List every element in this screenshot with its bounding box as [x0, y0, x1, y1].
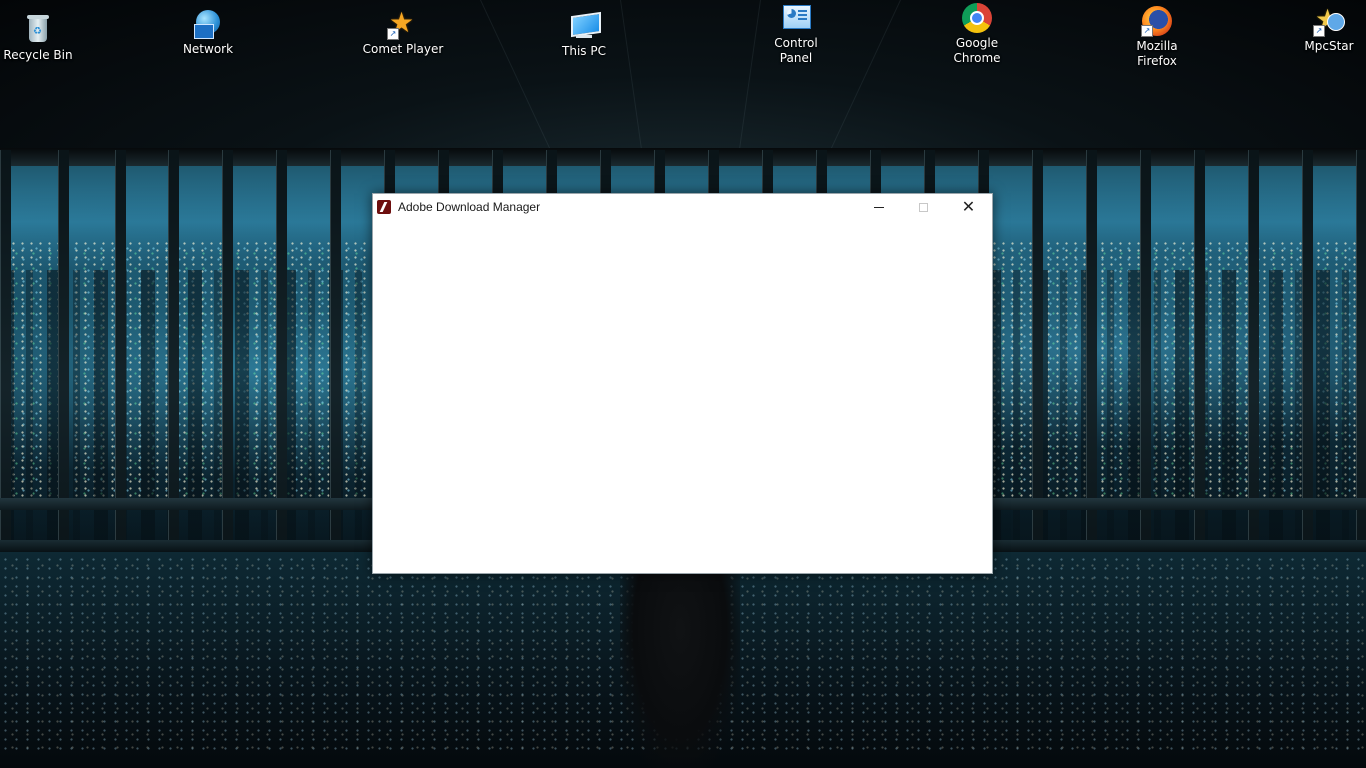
desktop-icon-this-pc[interactable]: This PC	[539, 10, 629, 59]
desktop-icon-comet-player[interactable]: ★ ↗ Comet Player	[358, 8, 448, 57]
mpcstar-icon: ★↗	[1313, 5, 1345, 37]
wallpaper-mullion	[1140, 150, 1151, 545]
recycle-bin-icon	[22, 14, 54, 46]
wallpaper-mullion	[115, 150, 126, 545]
desktop-icon-label: MpcStar	[1304, 39, 1354, 53]
close-icon: ✕	[961, 197, 976, 216]
desktop-icon-mozilla-firefox[interactable]: ↗ Mozilla Firefox	[1112, 5, 1202, 69]
firefox-icon: ↗	[1141, 5, 1173, 37]
desktop-icon-label: Network	[182, 42, 234, 56]
maximize-icon	[919, 202, 928, 212]
adobe-download-manager-window[interactable]: Adobe Download Manager ✕	[372, 193, 993, 574]
window-title: Adobe Download Manager	[398, 200, 541, 214]
wallpaper-mullion	[168, 150, 179, 545]
desktop-icon-recycle-bin[interactable]: Recycle Bin	[0, 14, 83, 63]
this-pc-icon	[568, 10, 601, 42]
desktop-icon-label: Control Panel	[774, 36, 818, 65]
wallpaper-mullion	[1356, 150, 1366, 545]
desktop-icon-mpcstar[interactable]: ★↗ MpcStar	[1284, 5, 1366, 54]
wallpaper-mullion	[330, 150, 341, 545]
network-icon	[192, 8, 224, 40]
desktop-icon-control-panel[interactable]: Control Panel	[751, 2, 841, 66]
desktop-icon-google-chrome[interactable]: Google Chrome	[932, 2, 1022, 66]
wallpaper-mullion	[222, 150, 233, 545]
minimize-icon	[873, 206, 884, 208]
desktop-icon-label: Mozilla Firefox	[1136, 39, 1178, 68]
chrome-icon	[961, 2, 993, 34]
adobe-icon	[377, 200, 391, 214]
maximize-button	[901, 194, 946, 220]
desktop-icon-label: Google Chrome	[953, 36, 1001, 65]
desktop-icon-network[interactable]: Network	[163, 8, 253, 57]
wallpaper-mullion	[58, 150, 69, 545]
close-button[interactable]: ✕	[946, 194, 991, 220]
wallpaper-mullion	[1302, 150, 1313, 545]
control-panel-icon	[780, 2, 812, 34]
desktop-icon-label: Recycle Bin	[3, 48, 73, 62]
wallpaper-mullion	[1032, 150, 1043, 545]
desktop-icon-label: This PC	[562, 44, 606, 58]
wallpaper-mullion	[1248, 150, 1259, 545]
wallpaper-mullion	[1086, 150, 1097, 545]
wallpaper-mullion	[276, 150, 287, 545]
wallpaper-mullion	[1194, 150, 1205, 545]
minimize-button[interactable]	[856, 194, 901, 220]
desktop-icon-label: Comet Player	[362, 42, 444, 56]
window-content-area	[373, 220, 992, 573]
comet-player-icon: ★ ↗	[387, 6, 415, 40]
wallpaper-mullion	[0, 150, 11, 545]
